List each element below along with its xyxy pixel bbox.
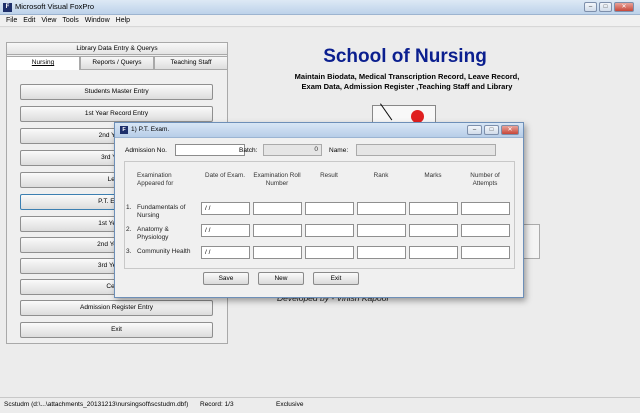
rank-field[interactable]: [357, 224, 406, 237]
tab-reports-label: Reports / Querys: [92, 59, 142, 66]
row-number: 3.: [126, 248, 132, 255]
attempts-field[interactable]: [461, 224, 510, 237]
tab-teaching-staff[interactable]: Teaching Staff: [154, 56, 228, 70]
app-title-bar: F Microsoft Visual FoxPro – □ ✕: [0, 0, 640, 15]
row-subject: Fundamentals of Nursing: [137, 204, 186, 219]
minimize-icon[interactable]: –: [467, 125, 482, 135]
tab-nursing-label: Nursing: [31, 59, 55, 66]
menu-view[interactable]: View: [41, 15, 62, 26]
status-bar: Scstudm (d:\...\attachments_20131213\nur…: [0, 397, 640, 413]
result-field[interactable]: [305, 202, 354, 215]
date-field[interactable]: / /: [201, 246, 250, 259]
menu-window[interactable]: Window: [85, 15, 116, 26]
app-title: Microsoft Visual FoxPro: [15, 2, 95, 11]
date-field[interactable]: / /: [201, 224, 250, 237]
col-attempts: Number of Attempts: [470, 172, 500, 187]
col-roll-number: Examination Roll Number: [253, 172, 301, 187]
menu-help[interactable]: Help: [116, 15, 136, 26]
status-mode: Exclusive: [276, 401, 304, 408]
exit-button[interactable]: Exit: [20, 322, 213, 338]
admission-register-button[interactable]: Admission Register Entry: [20, 300, 213, 316]
marks-field[interactable]: [409, 246, 458, 259]
school-subtitle-line-2: Exam Data, Admission Register ,Teaching …: [301, 82, 513, 91]
new-button[interactable]: New: [258, 272, 304, 285]
menu-tools[interactable]: Tools: [62, 15, 84, 26]
school-title: School of Nursing: [323, 46, 487, 67]
name-label: Name:: [329, 147, 349, 154]
tab-nursing[interactable]: Nursing: [6, 56, 80, 70]
school-subtitle-line-1: Maintain Biodata, Medical Transcription …: [294, 72, 520, 81]
status-record: Record: 1/3: [200, 401, 234, 408]
row-number: 2.: [126, 226, 132, 233]
col-exam-appeared: Examination Appeared for: [137, 172, 174, 187]
first-year-record-button[interactable]: 1st Year Record Entry: [20, 106, 213, 122]
tab-bar: Nursing Reports / Querys Teaching Staff: [6, 56, 228, 70]
date-field[interactable]: / /: [201, 202, 250, 215]
tab-reports[interactable]: Reports / Querys: [80, 56, 154, 70]
marks-field[interactable]: [409, 202, 458, 215]
col-date: Date of Exam.: [205, 172, 245, 179]
dialog-title-bar: F 1) P.T. Exam. – □ ✕: [115, 123, 523, 138]
roll-number-field[interactable]: [253, 224, 302, 237]
foxpro-icon: F: [3, 3, 12, 12]
row-subject: Community Health: [137, 248, 191, 255]
tab-teaching-staff-label: Teaching Staff: [170, 59, 212, 66]
col-marks: Marks: [424, 172, 442, 179]
menu-bar: File Edit View Tools Window Help: [0, 15, 640, 27]
close-icon[interactable]: ✕: [614, 2, 634, 12]
minimize-icon[interactable]: –: [584, 2, 597, 12]
col-rank: Rank: [373, 172, 389, 179]
batch-label: Batch:: [239, 147, 258, 154]
batch-field: 0: [263, 144, 322, 156]
admission-field[interactable]: [175, 144, 245, 156]
dialog-exit-button[interactable]: Exit: [313, 272, 359, 285]
name-field: [356, 144, 496, 156]
students-master-entry-button[interactable]: Students Master Entry: [20, 84, 213, 100]
school-subtitle: Maintain Biodata, Medical Transcription …: [262, 72, 552, 92]
roll-number-field[interactable]: [253, 202, 302, 215]
maximize-icon[interactable]: □: [599, 2, 612, 12]
row-subject: Anatomy & Physiology: [137, 226, 169, 241]
maximize-icon[interactable]: □: [484, 125, 499, 135]
pt-exam-dialog: F 1) P.T. Exam. – □ ✕ Admission No. Batc…: [114, 122, 524, 298]
result-field[interactable]: [305, 224, 354, 237]
row-number: 1.: [126, 204, 132, 211]
admission-label: Admission No.: [125, 147, 167, 154]
status-path: Scstudm (d:\...\attachments_20131213\nur…: [4, 401, 189, 408]
rank-field[interactable]: [357, 246, 406, 259]
col-result: Result: [320, 172, 338, 179]
dialog-title: 1) P.T. Exam.: [131, 126, 170, 133]
attempts-field[interactable]: [461, 202, 510, 215]
menu-file[interactable]: File: [6, 15, 23, 26]
close-icon[interactable]: ✕: [501, 125, 519, 135]
panel-header[interactable]: Library Data Entry & Querys: [6, 42, 228, 55]
result-field[interactable]: [305, 246, 354, 259]
save-button[interactable]: Save: [203, 272, 249, 285]
rank-field[interactable]: [357, 202, 406, 215]
attempts-field[interactable]: [461, 246, 510, 259]
menu-edit[interactable]: Edit: [23, 15, 41, 26]
marks-field[interactable]: [409, 224, 458, 237]
roll-number-field[interactable]: [253, 246, 302, 259]
foxpro-icon: F: [120, 126, 128, 134]
